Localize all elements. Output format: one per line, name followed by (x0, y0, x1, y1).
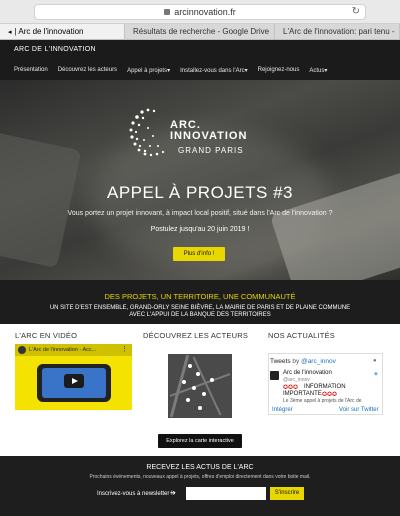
map-marker (210, 378, 214, 382)
tab-arc-innovation[interactable]: ◂ | Arc de l'innovation (0, 24, 125, 39)
hero-title: APPEL À PROJETS #3 (107, 183, 293, 202)
twitter-handle-link[interactable]: @arc_innov (301, 358, 336, 365)
nav-appel-projets[interactable]: Appel à projets▾ (127, 67, 170, 74)
logo-line2: INNOVATION (170, 130, 248, 142)
nav-acteurs[interactable]: Découvrez les acteurs (58, 67, 117, 74)
logo-wordmark: ARC. INNOVATION (170, 120, 247, 142)
tab-google-drive[interactable]: Résultats de recherche - Google Drive (125, 24, 275, 39)
map-marker (198, 406, 202, 410)
map-marker (196, 372, 200, 376)
arc-logo-icon (129, 108, 165, 157)
map-marker (192, 386, 196, 390)
map-marker (202, 392, 206, 396)
nav-rejoignez-nous[interactable]: Rejoignez-nous (258, 67, 300, 74)
nav-installez-vous[interactable]: Installez-vous dans l'Arc▾ (180, 67, 248, 74)
tweet-line-1: INFORMATION (304, 384, 346, 390)
url-text: arcinnovation.fr (174, 7, 236, 17)
tweet-line-3: Le 3ème appel à projets de l'Arc de (283, 398, 362, 404)
video-player[interactable]: L'Arc de l'innovation - Acc... ⋮ (15, 344, 132, 410)
more-options-icon[interactable]: ⋮ (121, 345, 128, 353)
newsletter-label: Inscrivez-vous à newsletter ! (97, 491, 173, 497)
arrow-right-icon: ➔ (170, 490, 176, 497)
arc-innovation-logo: ARC. INNOVATION GRAND PARIS (128, 106, 278, 166)
newsletter-description: Prochains événements, nouveaux appel à p… (89, 474, 311, 480)
lock-icon (164, 8, 171, 15)
main-nav: Présentation Découvrez les acteurs Appel… (14, 67, 327, 74)
news-heading: NOS ACTUALITÉS (268, 331, 335, 340)
band-line-1: UN SITE D'EST ENSEMBLE, GRAND-ORLY SEINE… (49, 305, 351, 311)
map-road (169, 354, 190, 418)
newsletter-title: RECEVEZ LES ACTUS DE L'ARC (146, 464, 254, 471)
twitter-embed-link[interactable]: Intégrer (272, 407, 293, 413)
actors-map-thumbnail[interactable] (168, 354, 232, 418)
view-on-twitter-link[interactable]: Voir sur Twitter (339, 407, 379, 413)
site-brand[interactable]: ARC DE L'INNOVATION (14, 46, 96, 53)
by-label: by (292, 358, 300, 365)
plus-info-button[interactable]: Plus d'info ! (173, 247, 225, 261)
tweet-emoji-stars: ✪✪✪ (283, 385, 299, 391)
tab-pari-tenu[interactable]: L'Arc de l'innovation: pari tenu - (275, 24, 400, 39)
twitter-bird-icon: ◆ (374, 371, 378, 377)
video-heading: L'ARC EN VIDÉO (15, 331, 78, 340)
tweets-label: Tweets (270, 358, 291, 365)
logo-line3: GRAND PARIS (178, 146, 244, 155)
map-marker (182, 380, 186, 384)
site-header: ARC DE L'INNOVATION Présentation Découvr… (0, 40, 400, 80)
subscribe-button[interactable]: S'inscrire (270, 487, 304, 500)
play-button-icon[interactable] (64, 374, 84, 388)
nav-actus[interactable]: Actus▾ (309, 67, 327, 74)
tab-label: Résultats de recherche - Google Drive (133, 27, 270, 36)
twitter-avatar[interactable] (270, 371, 279, 380)
tagline-band: DES PROJETS, UN TERRITOIRE, UNE COMMUNAU… (0, 280, 400, 324)
nav-presentation[interactable]: Présentation (14, 67, 48, 74)
twitter-account-name[interactable]: Arc de l'innovation (283, 370, 332, 376)
explore-map-button[interactable]: Explorez la carte interactive (158, 434, 242, 448)
tab-label: L'Arc de l'innovation: pari tenu - (283, 27, 395, 36)
tweet-emoji-stars: ✪✪✪ (322, 392, 338, 398)
browser-toolbar: arcinnovation.fr ↻ (0, 0, 400, 24)
address-bar[interactable]: arcinnovation.fr ↻ (34, 4, 366, 20)
map-marker (186, 398, 190, 402)
video-title: L'Arc de l'innovation - Acc... (29, 347, 97, 353)
reload-icon[interactable]: ↻ (352, 5, 360, 19)
tab-label: | Arc de l'innovation (14, 27, 84, 36)
map-marker (188, 364, 192, 368)
actors-heading: DÉCOUVREZ LES ACTEURS (143, 331, 249, 340)
newsletter-section: RECEVEZ LES ACTUS DE L'ARC Prochains évé… (0, 456, 400, 516)
channel-avatar (18, 346, 26, 354)
band-title: DES PROJETS, UN TERRITOIRE, UNE COMMUNAU… (104, 292, 296, 301)
info-icon[interactable]: ● (373, 358, 377, 364)
twitter-account-handle[interactable]: @arc_innov (283, 377, 310, 383)
hero-subtitle: Vous portez un projet innovant, à impact… (67, 210, 333, 217)
tweet-line-2: IMPORTANTE (283, 391, 322, 397)
band-line-2: AVEC L'APPUI DE LA BANQUE DES TERRITOIRE… (129, 312, 271, 318)
hero-deadline: Postulez jusqu'au 20 juin 2019 ! (150, 226, 250, 233)
twitter-header: Tweets by @arc_innov (270, 358, 336, 365)
tab-bar: ◂ | Arc de l'innovation Résultats de rech… (0, 24, 400, 40)
speaker-icon: ◂ (8, 29, 12, 36)
newsletter-email-input[interactable] (186, 487, 266, 500)
